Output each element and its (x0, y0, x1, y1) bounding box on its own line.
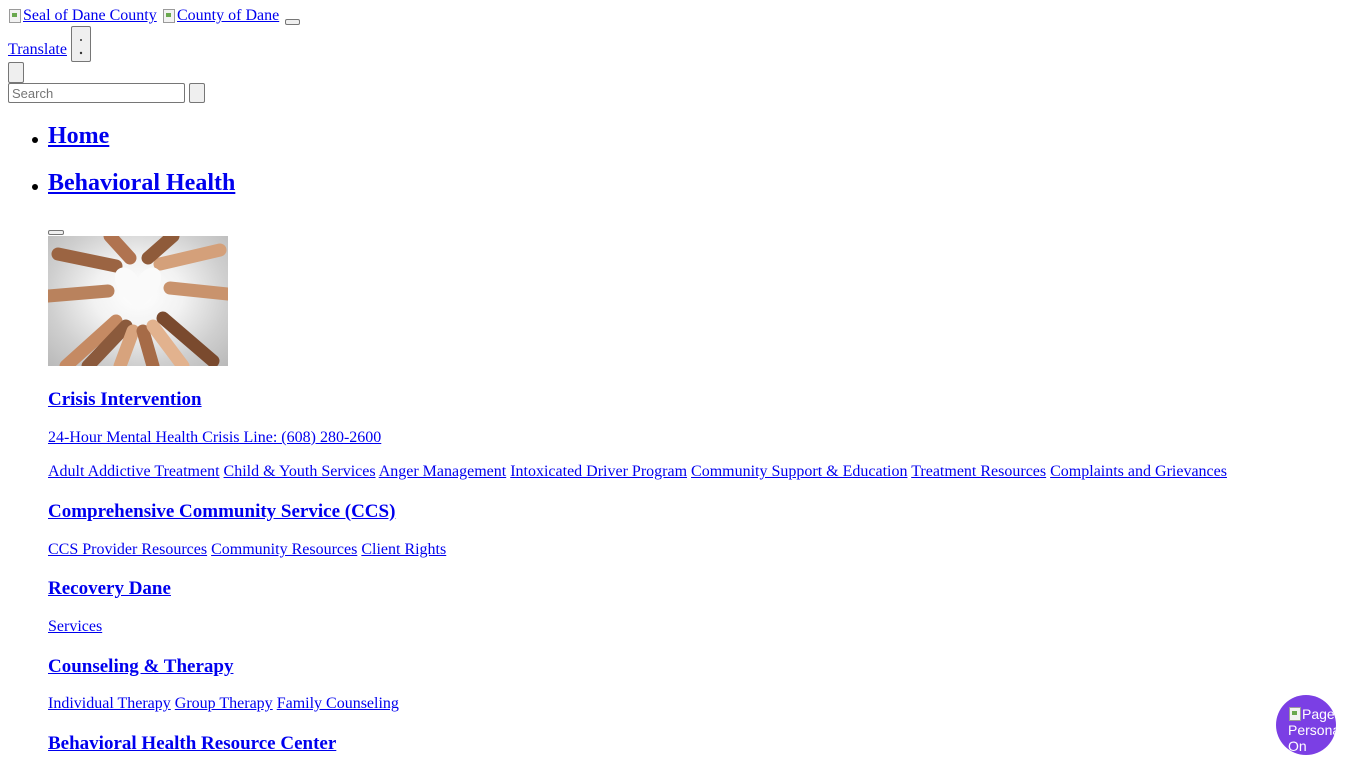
translate-options-button[interactable] (71, 26, 91, 62)
counseling-links: Individual Therapy Group Therapy Family … (48, 695, 399, 713)
seal-alt-text: Seal of Dane County (23, 7, 157, 24)
nav-bullet (32, 184, 38, 190)
link-ccs-provider-resources[interactable]: CCS Provider Resources (48, 541, 207, 558)
seal-logo-link[interactable]: Seal of Dane County (8, 7, 157, 25)
section-title-crisis-intervention[interactable]: Crisis Intervention (48, 389, 202, 411)
link-community-support-education[interactable]: Community Support & Education (691, 463, 907, 480)
link-adult-addictive-treatment[interactable]: Adult Addictive Treatment (48, 463, 220, 480)
section-title-recovery-dane[interactable]: Recovery Dane (48, 578, 171, 600)
search-toggle-button[interactable] (8, 62, 24, 83)
link-intoxicated-driver-program[interactable]: Intoxicated Driver Program (510, 463, 687, 480)
link-treatment-resources[interactable]: Treatment Resources (911, 463, 1046, 480)
link-individual-therapy[interactable]: Individual Therapy (48, 695, 171, 712)
page-personalization-button[interactable]: Page Personalization On (1276, 695, 1336, 755)
ccs-links: CCS Provider Resources Community Resourc… (48, 541, 446, 559)
section-title-bh-resource-center[interactable]: Behavioral Health Resource Center (48, 733, 336, 755)
link-child-youth-services[interactable]: Child & Youth Services (224, 463, 376, 480)
link-group-therapy[interactable]: Group Therapy (175, 695, 273, 712)
link-complaints-grievances[interactable]: Complaints and Grievances (1050, 463, 1227, 480)
link-family-counseling[interactable]: Family Counseling (277, 695, 399, 712)
search-submit-button[interactable] (189, 83, 205, 103)
dots-icon (79, 39, 83, 55)
section-title-ccs[interactable]: Comprehensive Community Service (CCS) (48, 501, 395, 523)
link-anger-management[interactable]: Anger Management (379, 463, 507, 480)
link-community-resources[interactable]: Community Resources (211, 541, 357, 558)
link-client-rights[interactable]: Client Rights (361, 541, 446, 558)
translate-link[interactable]: Translate (8, 41, 67, 59)
hands-heart-illustration (48, 236, 228, 366)
recovery-dane-links: Services (48, 618, 102, 636)
hands-heart-image (48, 236, 228, 366)
county-image-icon (162, 8, 176, 24)
county-alt-text: County of Dane (177, 7, 280, 24)
crisis-intervention-links: Adult Addictive Treatment Child & Youth … (48, 463, 1227, 481)
submenu-toggle-button[interactable] (48, 230, 64, 235)
menu-toggle-button[interactable] (285, 19, 300, 25)
personalization-image-icon (1288, 706, 1302, 722)
nav-item-behavioral-health[interactable]: Behavioral Health (48, 170, 235, 197)
search-input[interactable] (8, 83, 185, 103)
nav-bullet (32, 137, 38, 143)
link-services[interactable]: Services (48, 618, 102, 635)
crisis-line-link[interactable]: 24-Hour Mental Health Crisis Line: (608)… (48, 429, 381, 447)
seal-image-icon (8, 8, 22, 24)
county-logo-link[interactable]: County of Dane (162, 7, 279, 25)
nav-item-home[interactable]: Home (48, 123, 109, 150)
section-title-counseling-therapy[interactable]: Counseling & Therapy (48, 656, 233, 678)
